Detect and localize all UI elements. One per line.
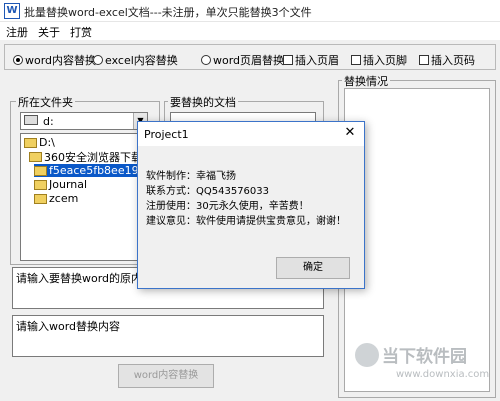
title-bar: W 批量替换word-excel文档---未注册，单次只能替换3个文件 [0,0,500,22]
drive-value: d: [43,115,54,128]
checkbox-insert-footer-label: 插入页脚 [363,54,407,67]
replace-text-input[interactable]: 请输入word替换内容 [12,315,324,357]
checkbox-icon [419,55,429,65]
folder-open-icon [34,165,47,176]
watermark-logo-icon [355,343,379,367]
drive-select[interactable]: d: ▼ [20,112,148,130]
checkbox-insert-footer[interactable]: 插入页脚 [351,52,407,68]
folder-item-label: D:\ [39,136,55,149]
folder-group-legend: 所在文件夹 [16,94,75,110]
radio-word-header[interactable]: word页眉替换 [201,52,284,68]
dialog-line-feedback: 建议意见：软件使用请提供宝贵意见，谢谢！ [146,216,346,227]
radio-icon [93,55,103,65]
watermark-text: 当下软件园 [382,347,467,367]
radio-word-header-label: word页眉替换 [213,54,285,67]
checkbox-insert-header-label: 插入页眉 [295,54,339,67]
checkbox-insert-page-number[interactable]: 插入页码 [419,52,475,68]
watermark-url: www.downxia.com [396,369,490,380]
radio-excel-content-label: excel内容替换 [105,54,178,67]
drive-icon [24,115,38,125]
about-dialog: Project1 ✕ 软件制作：幸福飞扬 联系方式：QQ543576033 注册… [137,121,365,289]
dialog-title-bar: Project1 ✕ [138,122,364,146]
folder-open-icon [29,151,42,162]
folder-item-label: Journal [49,178,88,191]
dialog-line-contact: 联系方式：QQ543576033 [146,186,270,197]
menu-about[interactable]: 关于 [38,24,60,40]
folder-item[interactable]: Journal [34,178,87,191]
ok-button[interactable]: 确定 [276,257,350,279]
status-group-legend: 替换情况 [342,73,390,89]
checkbox-icon [351,55,361,65]
checkbox-insert-page-number-label: 插入页码 [431,54,475,67]
radio-word-content-label: word内容替换 [25,54,97,67]
menu-donate[interactable]: 打赏 [70,24,92,40]
menu-bar: 注册 关于 打赏 [0,22,500,40]
radio-icon [201,55,211,65]
folder-item[interactable]: zcem [34,192,78,205]
radio-selected-icon [13,55,23,65]
window-title: 批量替换word-excel文档---未注册，单次只能替换3个文件 [24,6,312,19]
folder-icon [34,179,47,190]
folder-item-label: 360安全浏览器下载 [44,150,142,164]
close-icon[interactable]: ✕ [342,125,358,141]
docs-group-legend: 要替换的文档 [168,94,238,110]
menu-register[interactable]: 注册 [6,24,28,40]
dialog-title: Project1 [144,128,189,141]
dialog-line-author: 软件制作：幸福飞扬 [146,171,236,182]
radio-word-content[interactable]: word内容替换 [13,52,96,68]
dialog-line-register: 注册使用：30元永久使用，辛苦费！ [146,201,309,212]
folder-item[interactable]: D:\ [24,136,55,149]
radio-excel-content[interactable]: excel内容替换 [93,52,178,68]
checkbox-icon [283,55,293,65]
folder-icon [34,193,47,204]
folder-item[interactable]: 360安全浏览器下载 [29,150,142,164]
folder-open-icon [24,137,37,148]
app-icon: W [4,3,20,19]
folder-item-selected[interactable]: f5eace5fb8ee19c695e [34,164,172,177]
folder-list[interactable]: D:\ 360安全浏览器下载 f5eace5fb8ee19c695e Journ… [20,133,172,261]
options-panel: word内容替换 excel内容替换 word页眉替换 插入页眉 插入页脚 插入… [4,44,496,70]
folder-item-label: zcem [49,192,79,205]
checkbox-insert-header[interactable]: 插入页眉 [283,52,339,68]
replace-button[interactable]: word内容替换 [118,364,214,388]
